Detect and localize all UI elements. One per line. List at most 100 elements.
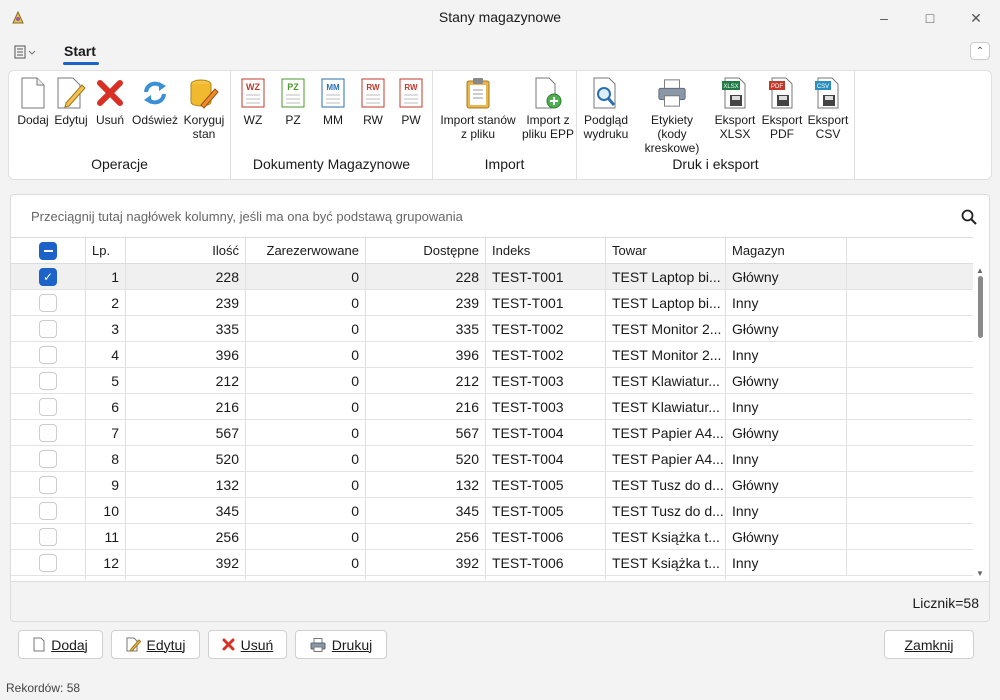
cell-ilosc[interactable]: 392 [126,550,246,575]
cell-magazyn[interactable]: Główny [726,368,847,393]
ribbon-rw-button[interactable]: RW RW [357,77,389,127]
table-row[interactable]: 6 216 0 216 TEST-T003 TEST Klawiatur... Inny [11,394,973,420]
cell-dostepne[interactable]: 520 [366,446,486,471]
cell-magazyn[interactable]: Inny [726,342,847,367]
cell-dostepne[interactable]: 392 [366,550,486,575]
cell-indeks[interactable]: TEST-T004 [486,420,606,445]
scroll-down-arrow-icon[interactable]: ▼ [976,569,984,578]
row-select-cell[interactable] [11,394,86,419]
cell-dostepne[interactable]: 132 [366,472,486,497]
cell-towar[interactable]: TEST Laptop bi... [606,290,726,315]
row-select-cell[interactable] [11,446,86,471]
cell-lp[interactable]: 7 [86,420,126,445]
ribbon-export-pdf-button[interactable]: PDF Eksport PDF [761,77,803,141]
cell-zarezerwowane[interactable]: 0 [246,342,366,367]
table-row[interactable]: 11 256 0 256 TEST-T006 TEST Książka t... Główn… [11,524,973,550]
cell-lp[interactable]: 11 [86,524,126,549]
scroll-up-arrow-icon[interactable]: ▲ [976,266,984,275]
cell-dostepne[interactable]: 239 [366,290,486,315]
row-select-cell[interactable] [11,420,86,445]
row-select-cell[interactable] [11,316,86,341]
cell-towar[interactable]: TEST Klawiatur... [606,368,726,393]
close-window-button[interactable]: ✕ [956,6,996,30]
quick-access-menu-icon[interactable] [14,45,36,59]
cell-indeks[interactable]: TEST-T001 [486,264,606,289]
cell-towar[interactable]: TEST Tusz do d... [606,472,726,497]
scrollbar-thumb[interactable] [978,276,983,338]
cell-indeks[interactable]: TEST-T004 [486,446,606,471]
ribbon-delete-button[interactable]: Usuń [91,77,129,127]
table-row[interactable]: 9 132 0 132 TEST-T005 TEST Tusz do d... Główny [11,472,973,498]
row-select-cell[interactable] [11,368,86,393]
close-button[interactable]: Zamknij [884,630,974,659]
cell-ilosc[interactable]: 228 [126,264,246,289]
cell-indeks[interactable]: TEST-T005 [486,498,606,523]
cell-zarezerwowane[interactable]: 0 [246,368,366,393]
ribbon-wz-button[interactable]: WZ WZ [237,77,269,127]
ribbon-edit-button[interactable]: Edytuj [51,77,91,127]
cell-magazyn[interactable]: Główny [726,420,847,445]
cell-dostepne[interactable]: 335 [366,316,486,341]
row-checkbox[interactable] [39,475,57,494]
row-select-cell[interactable] [11,472,86,497]
cell-lp[interactable]: 1 [86,264,126,289]
cell-ilosc[interactable]: 567 [126,420,246,445]
cell-towar[interactable]: TEST Książka t... [606,524,726,549]
ribbon-pw-button[interactable]: RW PW [395,77,427,127]
cell-zarezerwowane[interactable]: 0 [246,264,366,289]
cell-towar[interactable]: TEST Papier A4... [606,446,726,471]
cell-dostepne[interactable]: 396 [366,342,486,367]
row-select-cell[interactable]: ✓ [11,264,86,289]
ribbon-pz-button[interactable]: PZ PZ [277,77,309,127]
cell-zarezerwowane[interactable]: 0 [246,550,366,575]
select-all-cell[interactable] [11,238,86,263]
select-all-checkbox[interactable] [39,241,57,260]
cell-ilosc[interactable]: 239 [126,290,246,315]
row-checkbox[interactable] [39,423,57,442]
column-header-indeks[interactable]: Indeks [486,238,606,263]
cell-lp[interactable]: 5 [86,368,126,393]
row-select-cell[interactable] [11,342,86,367]
ribbon-add-button[interactable]: Dodaj [13,77,53,127]
cell-zarezerwowane[interactable]: 0 [246,394,366,419]
cell-dostepne[interactable]: 212 [366,368,486,393]
row-checkbox[interactable]: ✓ [39,267,57,286]
row-checkbox[interactable] [39,449,57,468]
ribbon-export-csv-button[interactable]: CSV Eksport CSV [807,77,849,141]
cell-zarezerwowane[interactable]: 0 [246,290,366,315]
table-row[interactable]: 5 212 0 212 TEST-T003 TEST Klawiatur... Główny [11,368,973,394]
maximize-button[interactable]: □ [910,6,950,30]
cell-indeks[interactable]: TEST-T006 [486,550,606,575]
table-row[interactable]: 4 396 0 396 TEST-T002 TEST Monitor 2... Inny [11,342,973,368]
cell-ilosc[interactable]: 396 [126,342,246,367]
cell-indeks[interactable]: TEST-T005 [486,472,606,497]
cell-magazyn[interactable]: Inny [726,498,847,523]
cell-dostepne[interactable]: 567 [366,420,486,445]
row-select-cell[interactable] [11,550,86,575]
cell-lp[interactable]: 3 [86,316,126,341]
ribbon-correct-stock-button[interactable]: Koryguj stan [181,77,227,141]
cell-ilosc[interactable]: 212 [126,368,246,393]
group-by-hint[interactable]: Przeciągnij tutaj nagłówek kolumny, jeśl… [31,209,463,224]
cell-magazyn[interactable]: Główny [726,264,847,289]
cell-zarezerwowane[interactable]: 0 [246,498,366,523]
collapse-ribbon-button[interactable]: ⌃ [970,42,990,60]
table-row[interactable]: 7 567 0 567 TEST-T004 TEST Papier A4... Główny [11,420,973,446]
cell-towar[interactable]: TEST Papier A4... [606,420,726,445]
ribbon-import-epp-button[interactable]: Import z pliku EPP [521,77,575,141]
row-checkbox[interactable] [39,501,57,520]
ribbon-mm-button[interactable]: MM MM [317,77,349,127]
cell-indeks[interactable]: TEST-T001 [486,290,606,315]
cell-lp[interactable]: 9 [86,472,126,497]
cell-zarezerwowane[interactable]: 0 [246,524,366,549]
search-icon[interactable] [961,209,977,225]
table-row[interactable]: 10 345 0 345 TEST-T005 TEST Tusz do d... Inny [11,498,973,524]
cell-magazyn[interactable]: Główny [726,524,847,549]
cell-towar[interactable]: TEST Monitor 2... [606,342,726,367]
ribbon-refresh-button[interactable]: Odśwież [131,77,179,127]
column-header-zarezerwowane[interactable]: Zarezerwowane [246,238,366,263]
cell-dostepne[interactable]: 345 [366,498,486,523]
ribbon-export-xlsx-button[interactable]: XLSX Eksport XLSX [713,77,757,141]
cell-lp[interactable]: 2 [86,290,126,315]
vertical-scrollbar[interactable]: ▲ ▼ [973,264,989,580]
